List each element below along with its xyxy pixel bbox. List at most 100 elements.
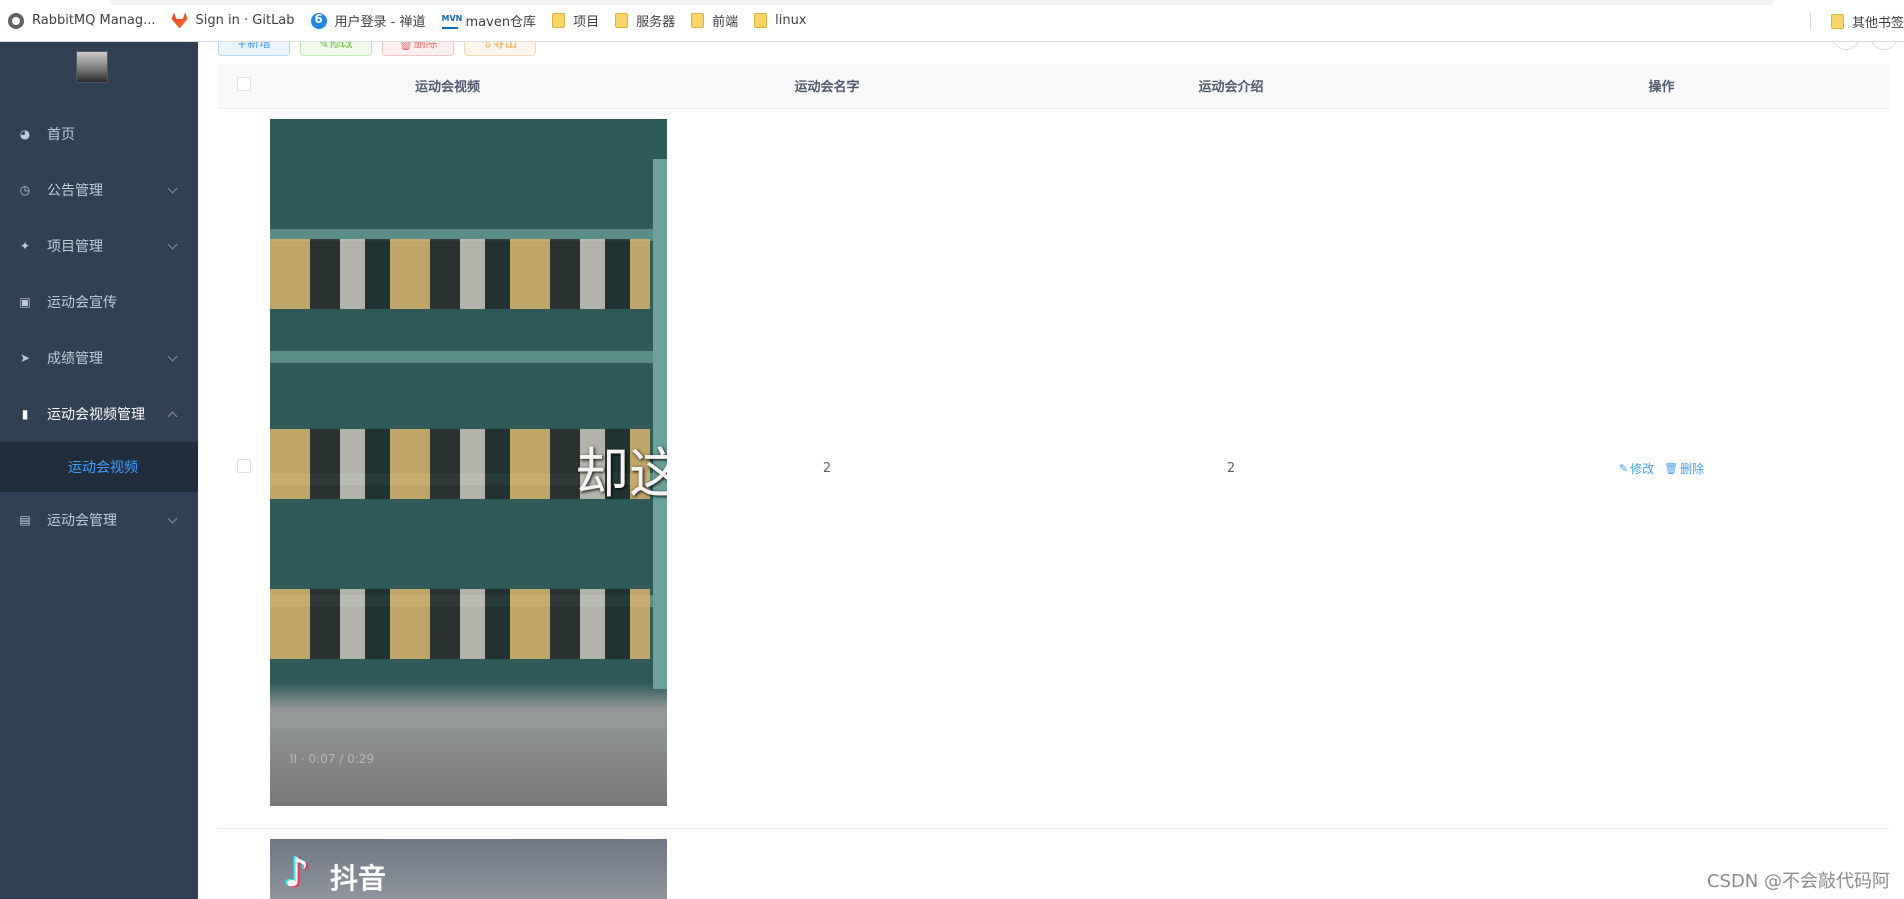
column-header[interactable]: 运动会介绍 bbox=[1029, 64, 1433, 109]
name-cell bbox=[625, 828, 1029, 899]
add-button[interactable]: + 新增 bbox=[218, 42, 290, 56]
bookmark-label: Sign in · GitLab bbox=[195, 13, 295, 28]
clock-icon: ◷ bbox=[19, 183, 31, 197]
row-edit-link[interactable]: ✎ 修改 bbox=[1619, 460, 1654, 477]
intro-cell: 2 bbox=[1029, 108, 1433, 829]
bookmark-label: 用户登录 - 禅道 bbox=[334, 15, 426, 30]
actions-cell: ✎ 修改 🗑 删除 bbox=[1433, 108, 1890, 829]
watermark: CSDN @不会敲代码阿 bbox=[1706, 871, 1890, 892]
bookmark-label: maven仓库 bbox=[465, 15, 537, 30]
right-toolbar bbox=[1832, 42, 1898, 50]
bookmark-separator bbox=[1809, 12, 1811, 30]
zentao-icon bbox=[310, 12, 327, 29]
bookmark-other[interactable]: 其他书签 bbox=[1823, 7, 1904, 35]
chevron-down-icon bbox=[167, 239, 178, 250]
delete-label: 删除 bbox=[413, 42, 438, 50]
rabbitmq-icon bbox=[8, 12, 24, 29]
row-checkbox[interactable] bbox=[237, 459, 251, 473]
edit-label: 修改 bbox=[329, 42, 354, 50]
table-row: 却这 II · 0:07 / 0:29 2 2 ✎ 修改 🗑 删除 bbox=[218, 108, 1890, 829]
sidebar-item-home[interactable]: ◕ 首页 bbox=[0, 106, 198, 162]
bookmark-label: 其他书签 bbox=[1851, 15, 1904, 31]
name-cell: 2 bbox=[625, 108, 1029, 829]
bar-chart-icon: ▮ bbox=[21, 407, 29, 421]
sidebar-item-promotion[interactable]: ▣ 运动会宣传 bbox=[0, 274, 198, 330]
video-cell: 却这 II · 0:07 / 0:29 bbox=[270, 108, 667, 829]
sidebar-item-label: 项目管理 bbox=[47, 239, 103, 255]
submenu-item-video-list[interactable]: 运动会视频 bbox=[0, 442, 198, 492]
select-all-checkbox[interactable] bbox=[237, 76, 251, 91]
sidebar-item-score[interactable]: ➤ 成绩管理 bbox=[0, 330, 198, 386]
bookmark-label: RabbitMQ Manag... bbox=[32, 13, 156, 28]
video-player[interactable]: 却这 II · 0:07 / 0:29 bbox=[270, 118, 667, 806]
bookmark-zentao[interactable]: 用户登录 - 禅道 bbox=[303, 7, 434, 35]
edit-button[interactable]: ✎ 修改 bbox=[300, 42, 372, 56]
folder-icon bbox=[615, 13, 629, 28]
main-content: + 新增 ✎ 修改 🗑 删除 ⇩ 导出 运动会视频 运动会名字 运动会介绍 操作 bbox=[198, 42, 1904, 899]
sidebar-item-label: 运动会管理 bbox=[47, 513, 117, 529]
chevron-down-icon bbox=[167, 351, 178, 362]
bookmark-maven[interactable]: MVN maven仓库 bbox=[434, 7, 545, 35]
bookmark-label: 项目 bbox=[573, 15, 600, 30]
tab-strip-edge bbox=[110, 0, 1774, 5]
row-delete-link[interactable]: 🗑 删除 bbox=[1664, 460, 1704, 477]
douyin-logo-icon: ♪ bbox=[284, 849, 310, 896]
send-icon: ➤ bbox=[19, 351, 31, 365]
sidebar-item-label: 成绩管理 bbox=[47, 351, 103, 367]
folder-icon bbox=[552, 13, 566, 28]
bookmark-rabbitmq[interactable]: RabbitMQ Manag... bbox=[0, 7, 164, 35]
video-brand: 抖音 bbox=[330, 861, 387, 895]
intro-cell bbox=[1029, 828, 1433, 899]
add-label: 新增 bbox=[247, 42, 272, 50]
chevron-down-icon bbox=[167, 183, 178, 194]
folder-icon bbox=[691, 13, 705, 28]
dashboard-icon: ◕ bbox=[19, 127, 31, 141]
video-frame-detail bbox=[270, 588, 650, 659]
bookmark-folder-frontend[interactable]: 前端 bbox=[683, 7, 746, 35]
column-header[interactable]: 运动会视频 bbox=[270, 64, 625, 109]
picture-icon: ▣ bbox=[19, 295, 31, 309]
video-table: 运动会视频 运动会名字 运动会介绍 操作 却这 II · 0:07 / 0:29 bbox=[218, 64, 1890, 899]
bookmark-folder-linux[interactable]: linux bbox=[746, 7, 814, 35]
submenu-video: 运动会视频 bbox=[0, 442, 198, 492]
video-caption: 却这 bbox=[575, 441, 667, 505]
bookmark-gitlab[interactable]: Sign in · GitLab bbox=[164, 7, 303, 35]
search-toggle-button[interactable] bbox=[1832, 42, 1860, 50]
sidebar-item-label: 首页 bbox=[47, 127, 75, 143]
document-icon: ▤ bbox=[19, 513, 31, 527]
refresh-button[interactable] bbox=[1870, 42, 1898, 50]
video-player[interactable]: ♪ 抖音 bbox=[270, 838, 667, 899]
video-timecode: II · 0:07 / 0:29 bbox=[290, 751, 375, 766]
bookmark-label: 服务器 bbox=[636, 15, 676, 30]
export-label: 导出 bbox=[493, 42, 518, 50]
folder-icon bbox=[754, 13, 768, 28]
sidebar-item-label: 运动会宣传 bbox=[47, 295, 117, 311]
bookmarks-bar: RabbitMQ Manag... Sign in · GitLab 用户登录 … bbox=[0, 0, 1904, 42]
sidebar-item-label: 运动会视频管理 bbox=[47, 407, 145, 423]
sidebar-item-notice[interactable]: ◷ 公告管理 bbox=[0, 162, 198, 218]
sidebar-item-label: 公告管理 bbox=[47, 183, 103, 199]
sidebar-item-sports-meet[interactable]: ▤ 运动会管理 bbox=[0, 492, 198, 548]
chevron-up-icon bbox=[167, 411, 178, 422]
sidebar-item-video[interactable]: ▮ 运动会视频管理 bbox=[0, 386, 198, 442]
delete-button[interactable]: 🗑 删除 bbox=[382, 42, 454, 56]
toolbar: + 新增 ✎ 修改 🗑 删除 ⇩ 导出 bbox=[218, 42, 536, 56]
sidebar-item-project[interactable]: ✦ 项目管理 bbox=[0, 218, 198, 274]
export-button[interactable]: ⇩ 导出 bbox=[464, 42, 536, 56]
row-select-cell bbox=[218, 828, 270, 899]
trash-icon: 🗑 bbox=[1664, 461, 1679, 475]
video-cell: ♪ 抖音 bbox=[270, 828, 667, 899]
gitlab-icon bbox=[171, 12, 188, 29]
edit-icon: ✎ bbox=[1618, 461, 1629, 475]
video-frame-detail bbox=[270, 238, 650, 309]
video-frame-detail bbox=[653, 158, 667, 689]
column-header[interactable]: 运动会名字 bbox=[625, 64, 1029, 109]
bookmark-folder-project[interactable]: 项目 bbox=[544, 7, 607, 35]
row-delete-label: 删除 bbox=[1680, 461, 1705, 476]
submenu-item-label: 运动会视频 bbox=[68, 460, 138, 476]
chevron-down-icon bbox=[167, 513, 178, 524]
maven-icon: MVN bbox=[441, 13, 462, 29]
row-select-cell bbox=[218, 108, 270, 829]
avatar[interactable] bbox=[76, 51, 108, 83]
bookmark-folder-server[interactable]: 服务器 bbox=[607, 7, 683, 35]
